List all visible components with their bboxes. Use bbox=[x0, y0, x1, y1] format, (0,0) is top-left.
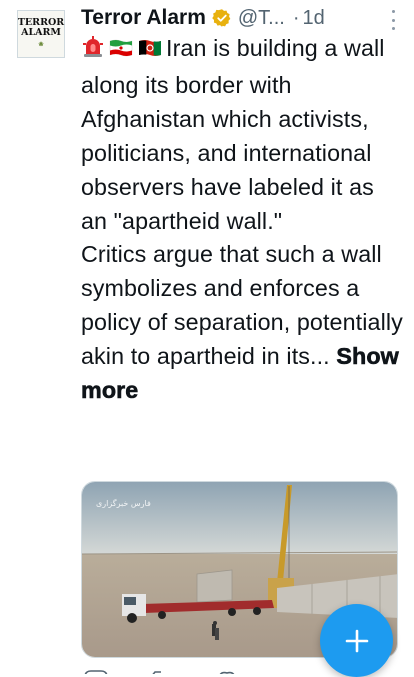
avatar[interactable]: TERROR ALARM ❀ bbox=[17, 10, 65, 58]
avatar-text-line2: ALARM bbox=[21, 27, 61, 38]
more-options-icon[interactable] bbox=[385, 10, 401, 30]
tweet-header: Terror Alarm @T... · 1d bbox=[81, 4, 401, 32]
flag-afghanistan-icon bbox=[137, 35, 163, 69]
rotating-light-icon bbox=[81, 35, 105, 69]
tweet-text: Iran is building a wall along its border… bbox=[81, 32, 403, 408]
author-handle[interactable]: @T... bbox=[238, 7, 285, 30]
verified-badge-icon[interactable] bbox=[212, 8, 232, 28]
tweet-timestamp[interactable]: 1d bbox=[303, 7, 325, 30]
flag-iran-icon bbox=[108, 35, 134, 69]
separator-dot: · bbox=[292, 6, 300, 29]
author-name[interactable]: Terror Alarm bbox=[81, 6, 206, 30]
plus-icon bbox=[345, 629, 368, 652]
compose-button[interactable] bbox=[320, 604, 393, 677]
avatar-emblem-icon: ❀ bbox=[38, 41, 44, 48]
tweet-actions-row bbox=[81, 664, 321, 674]
video-watermark: فارس خبرگزاری bbox=[96, 499, 151, 508]
